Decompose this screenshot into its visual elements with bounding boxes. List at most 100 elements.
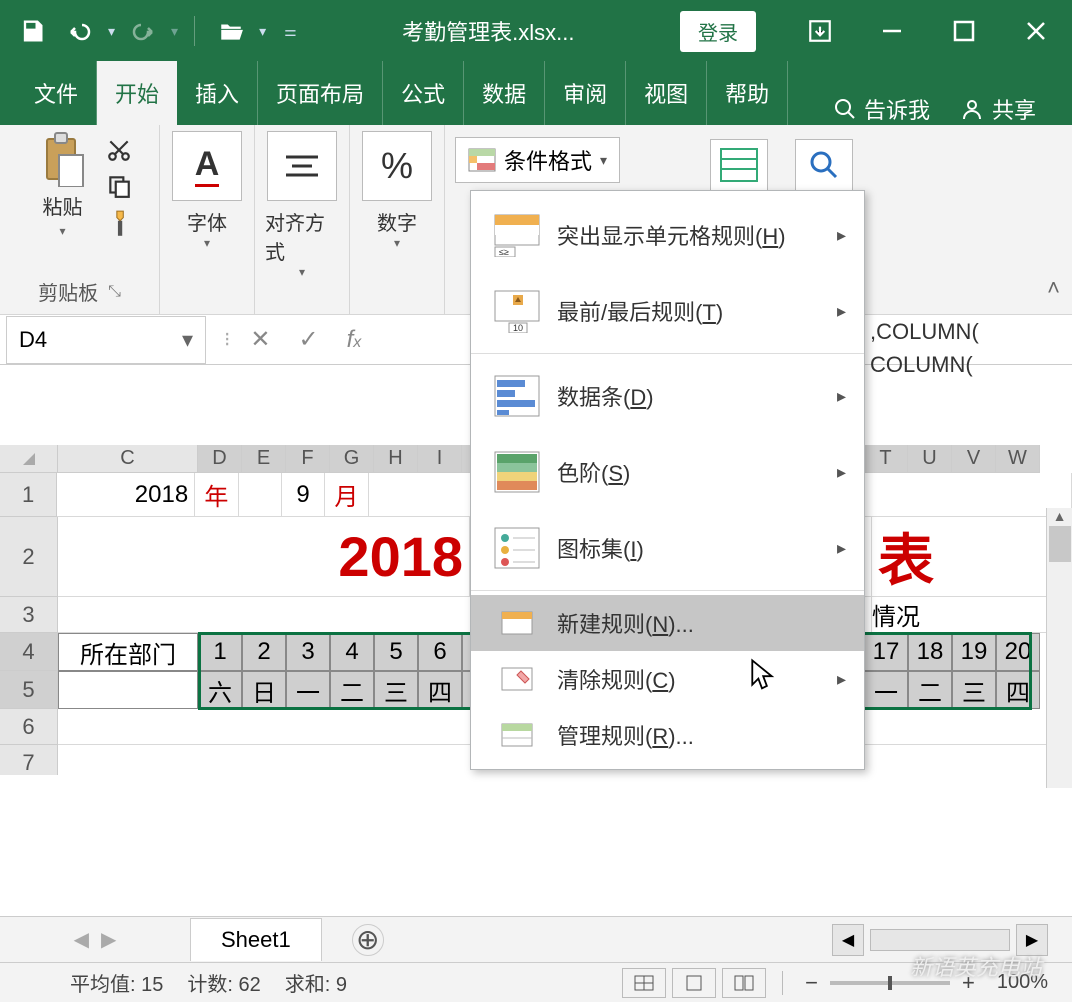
menu-top-bottom-rules[interactable]: 10 最前/最后规则(T) ▸	[471, 273, 864, 349]
align-tile-icon	[267, 131, 337, 201]
editing-tile-icon[interactable]	[795, 139, 853, 191]
format-painter-button[interactable]	[106, 209, 132, 239]
font-tile-icon: A	[172, 131, 242, 201]
add-sheet-button[interactable]: ⊕	[352, 924, 384, 956]
tab-review[interactable]: 审阅	[545, 61, 626, 125]
status-count: 计数: 62	[187, 968, 260, 997]
ribbon-display-button[interactable]	[796, 7, 844, 55]
number-tile-icon: %	[362, 131, 432, 201]
open-button[interactable]	[211, 11, 251, 51]
save-button[interactable]	[12, 11, 52, 51]
redo-button[interactable]	[123, 11, 163, 51]
col-header[interactable]: G	[330, 445, 374, 473]
vertical-scrollbar-thumb[interactable]	[1049, 526, 1071, 562]
row-header[interactable]: 6	[0, 709, 58, 745]
col-header[interactable]: H	[374, 445, 418, 473]
color-scales-icon	[489, 446, 545, 498]
row-header[interactable]: 7	[0, 745, 58, 775]
search-icon	[834, 98, 856, 120]
menu-icon-sets[interactable]: 图标集(I) ▸	[471, 510, 864, 586]
conditional-formatting-button[interactable]: 条件格式 ▾	[455, 137, 620, 183]
mouse-cursor-icon	[748, 658, 776, 692]
hscroll-track[interactable]	[870, 929, 1010, 951]
row-header[interactable]: 5	[0, 671, 58, 709]
submenu-arrow-icon: ▸	[837, 538, 846, 559]
conditional-formatting-icon	[468, 148, 496, 172]
highlight-rules-icon: ≤≥	[489, 209, 545, 261]
tell-me-search[interactable]: 告诉我	[834, 93, 930, 125]
col-header[interactable]: E	[242, 445, 286, 473]
tab-help[interactable]: 帮助	[707, 61, 788, 125]
select-all-triangle[interactable]	[0, 445, 58, 473]
data-bars-icon	[489, 370, 545, 422]
share-button[interactable]: 共享	[960, 93, 1036, 125]
top-bottom-icon: 10	[489, 285, 545, 337]
number-group[interactable]: % 数字▾	[350, 125, 445, 314]
maximize-button[interactable]	[940, 7, 988, 55]
close-button[interactable]	[1012, 7, 1060, 55]
sheet-nav-buttons[interactable]: ◀▶	[0, 927, 190, 952]
status-sum: 求和: 9	[285, 968, 347, 997]
undo-button[interactable]	[60, 11, 100, 51]
copy-button[interactable]	[106, 173, 132, 199]
clear-rules-icon	[489, 665, 545, 693]
tab-file[interactable]: 文件	[16, 61, 97, 125]
menu-clear-rules[interactable]: 清除规则(C) ▸	[471, 651, 864, 707]
file-name: 考勤管理表.xlsx...	[297, 15, 680, 47]
tab-insert[interactable]: 插入	[177, 61, 258, 125]
tab-view[interactable]: 视图	[626, 61, 707, 125]
fx-icon[interactable]: fx	[347, 326, 362, 354]
row-header[interactable]: 3	[0, 597, 58, 633]
col-header[interactable]: F	[286, 445, 330, 473]
name-box[interactable]: D4▾	[6, 316, 206, 364]
ribbon-tabs: 文件 开始 插入 页面布局 公式 数据 审阅 视图 帮助 告诉我 共享	[0, 62, 1072, 125]
collapse-ribbon-button[interactable]: ˄	[1047, 275, 1060, 301]
tab-data[interactable]: 数据	[464, 61, 545, 125]
row-header[interactable]: 4	[0, 633, 58, 671]
menu-data-bars[interactable]: 数据条(D) ▸	[471, 358, 864, 434]
new-rule-icon	[489, 609, 545, 637]
watermark: 新语英充电站	[910, 950, 1042, 982]
vertical-scrollbar[interactable]: ▲	[1046, 508, 1072, 788]
col-header[interactable]: V	[952, 445, 996, 473]
col-header[interactable]: T	[864, 445, 908, 473]
menu-manage-rules[interactable]: 管理规则(R)...	[471, 707, 864, 763]
submenu-arrow-icon: ▸	[837, 462, 846, 483]
font-group[interactable]: A 字体▾	[160, 125, 255, 314]
submenu-arrow-icon: ▸	[837, 386, 846, 407]
submenu-arrow-icon: ▸	[837, 301, 846, 322]
col-header[interactable]: U	[908, 445, 952, 473]
menu-new-rule[interactable]: 新建规则(N)...	[471, 595, 864, 651]
minimize-button[interactable]	[868, 7, 916, 55]
row-header[interactable]: 2	[0, 517, 58, 597]
enter-button[interactable]: ✓	[298, 325, 318, 354]
col-header[interactable]: W	[996, 445, 1040, 473]
clipboard-icon	[39, 131, 87, 187]
svg-text:≤≥: ≤≥	[499, 247, 509, 257]
menu-highlight-rules[interactable]: ≤≥ 突出显示单元格规则(H) ▸	[471, 197, 864, 273]
cut-button[interactable]	[106, 137, 132, 163]
col-header[interactable]: C	[58, 445, 198, 473]
zoom-out-button[interactable]: −	[805, 970, 818, 996]
col-header[interactable]: D	[198, 445, 242, 473]
col-header[interactable]: I	[418, 445, 462, 473]
tab-page-layout[interactable]: 页面布局	[258, 61, 383, 125]
clipboard-launcher[interactable]: ⤡	[108, 283, 121, 301]
page-break-view-button[interactable]	[722, 968, 766, 998]
hscroll-left-button[interactable]: ◀	[832, 924, 864, 956]
sheet-tab[interactable]: Sheet1	[190, 918, 322, 961]
title-bar: ▾ ▾ ▾ ⚌ 考勤管理表.xlsx... 登录	[0, 0, 1072, 62]
cells-tile-icon[interactable]	[710, 139, 768, 191]
normal-view-button[interactable]	[622, 968, 666, 998]
cancel-button[interactable]: ✕	[250, 325, 270, 354]
row-header[interactable]: 1	[0, 473, 57, 517]
svg-text:10: 10	[513, 323, 523, 333]
menu-color-scales[interactable]: 色阶(S) ▸	[471, 434, 864, 510]
page-layout-view-button[interactable]	[672, 968, 716, 998]
login-button[interactable]: 登录	[680, 11, 756, 52]
paste-button[interactable]: 粘贴 ▾	[28, 131, 98, 239]
tab-formulas[interactable]: 公式	[383, 61, 464, 125]
alignment-group[interactable]: 对齐方式▾	[255, 125, 350, 314]
formula-partial: ,COLUMN(COLUMN(	[870, 315, 979, 381]
tab-home[interactable]: 开始	[97, 61, 177, 125]
